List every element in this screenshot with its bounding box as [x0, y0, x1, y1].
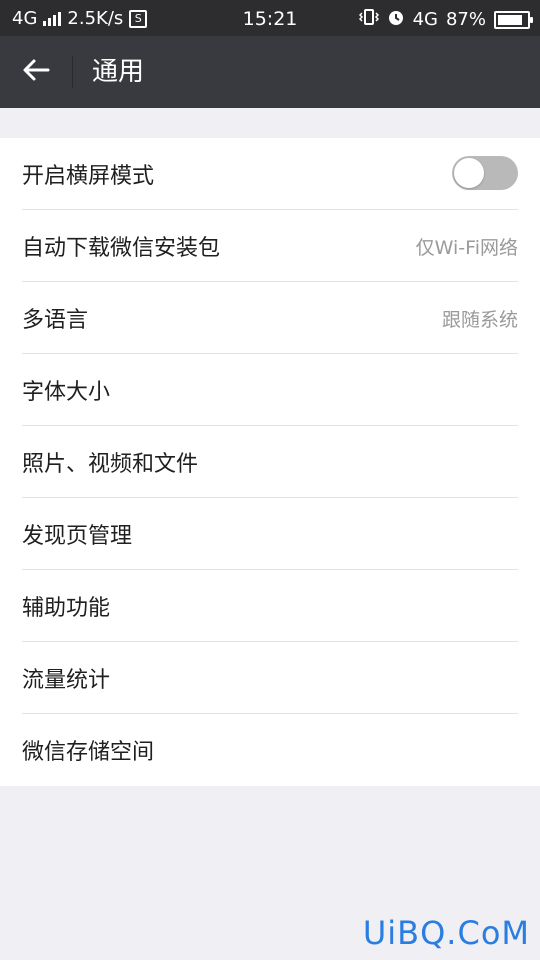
- setting-label: 辅助功能: [22, 596, 111, 621]
- setting-value: 仅Wi-Fi网络: [415, 236, 518, 259]
- status-bar: 4G 2.5K/s S 15:21 4G 87%: [0, 0, 540, 36]
- setting-value: 跟随系统: [441, 308, 518, 331]
- setting-discover-manage[interactable]: 发现页管理: [0, 498, 540, 570]
- setting-media-files[interactable]: 照片、视频和文件: [0, 426, 540, 498]
- header-divider: [72, 56, 73, 88]
- watermark: UiBQ.CoM: [362, 914, 530, 952]
- arrow-left-icon: [22, 58, 50, 86]
- vibrate-icon: [358, 9, 379, 30]
- setting-label: 多语言: [22, 308, 89, 333]
- setting-storage[interactable]: 微信存储空间: [0, 714, 540, 786]
- toggle-knob: [454, 158, 484, 188]
- setting-label: 开启横屏模式: [22, 164, 155, 189]
- alarm-icon: [387, 8, 405, 31]
- setting-accessibility[interactable]: 辅助功能: [0, 570, 540, 642]
- battery-icon: [494, 10, 533, 29]
- status-right: 4G 87%: [358, 8, 533, 31]
- battery-percent: 87%: [445, 9, 486, 30]
- network-right-label: 4G: [412, 9, 438, 30]
- landscape-toggle[interactable]: [452, 156, 518, 190]
- setting-label: 照片、视频和文件: [22, 452, 199, 477]
- setting-landscape-mode[interactable]: 开启横屏模式: [0, 138, 540, 210]
- settings-list: 开启横屏模式 自动下载微信安装包 仅Wi-Fi网络 多语言 跟随系统 字体大小 …: [0, 138, 540, 786]
- setting-language[interactable]: 多语言 跟随系统: [0, 282, 540, 354]
- setting-data-usage[interactable]: 流量统计: [0, 642, 540, 714]
- setting-label: 自动下载微信安装包: [22, 236, 221, 261]
- page-title: 通用: [92, 57, 145, 87]
- setting-font-size[interactable]: 字体大小: [0, 354, 540, 426]
- setting-label: 发现页管理: [22, 524, 133, 549]
- setting-label: 字体大小: [22, 380, 111, 405]
- setting-auto-download[interactable]: 自动下载微信安装包 仅Wi-Fi网络: [0, 210, 540, 282]
- setting-label: 流量统计: [22, 668, 111, 693]
- setting-label: 微信存储空间: [22, 740, 155, 765]
- action-bar: 通用: [0, 36, 540, 108]
- back-button[interactable]: [14, 50, 58, 94]
